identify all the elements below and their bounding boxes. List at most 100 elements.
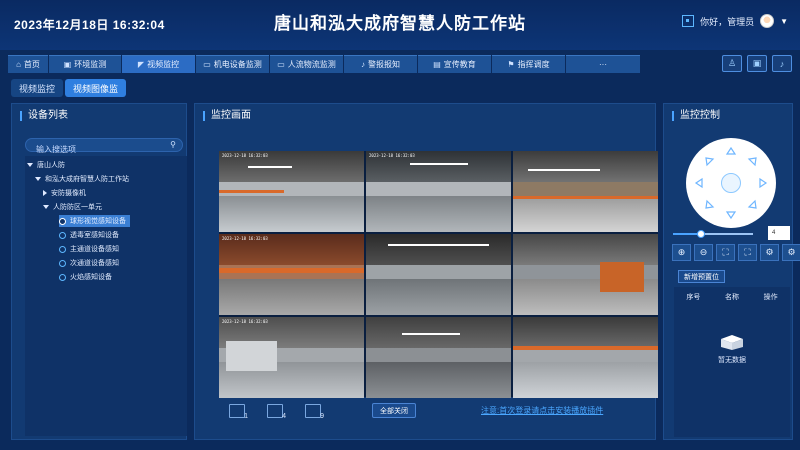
arrow-up-left-icon[interactable] <box>705 157 715 167</box>
nav-item-video[interactable]: ◤ 视频监控 <box>122 55 195 73</box>
arrow-down-icon[interactable] <box>725 211 737 220</box>
device-icon <box>59 245 66 253</box>
empty-state-text: 暂无数据 <box>718 357 746 364</box>
screen-icon: ▭ <box>203 60 211 69</box>
tree-node-zone-1[interactable]: 人防防区一单元 <box>43 201 102 213</box>
zoom-value-input[interactable]: 4 <box>768 226 790 240</box>
arrow-up-right-icon[interactable] <box>747 157 757 167</box>
bell-icon: ♪ <box>361 60 365 69</box>
tree-node-cameras[interactable]: 安防摄像机 <box>43 187 86 199</box>
arrow-left-icon[interactable] <box>694 177 703 189</box>
monitor-panel: 监控画面 2023-12-18 16:32:03 2023-12-18 16:3… <box>194 103 658 440</box>
expand-icon[interactable] <box>27 163 33 167</box>
focus-far-icon[interactable]: ⛶ <box>738 244 757 261</box>
nav-item-environment[interactable]: ▣ 环境监测 <box>49 55 121 73</box>
search-box: ⚲ <box>25 138 183 156</box>
flag-icon: ⚑ <box>507 60 515 69</box>
iris-open-icon[interactable]: ⚙ <box>760 244 779 261</box>
ptz-control-row: ⊕ ⊖ ⛶ ⛶ ⚙ ⚙ <box>672 244 800 261</box>
search-icon[interactable]: ⚲ <box>170 140 176 149</box>
layout-4-button[interactable]: 4 <box>267 404 286 420</box>
video-grid: 2023-12-18 16:32:03 2023-12-18 16:32:03 … <box>219 151 658 398</box>
user-area[interactable]: 你好，管理员 ▼ <box>682 14 788 28</box>
device-icon <box>59 231 66 239</box>
app-title: 唐山和泓大成府智慧人防工作站 <box>274 14 526 34</box>
nav-item-equipment[interactable]: ▭ 机电设备监测 <box>196 55 269 73</box>
nav-item-home[interactable]: ⌂ 首页 <box>8 55 48 73</box>
tab-video-image[interactable]: 视频图像监 <box>65 79 127 97</box>
table-header: 序号 名称 操作 <box>674 287 790 307</box>
nav-item-alarm[interactable]: ♪ 警报报知 <box>344 55 417 73</box>
arrow-down-right-icon[interactable] <box>747 199 757 209</box>
nav-item-more[interactable]: ··· <box>566 55 640 73</box>
layout-controls: 1 4 9 <box>229 404 324 420</box>
device-icon <box>59 273 66 281</box>
chevron-down-icon[interactable]: ▼ <box>780 17 788 26</box>
arrow-right-icon[interactable] <box>759 177 768 189</box>
column-header: 名称 <box>725 294 739 301</box>
screen-icon[interactable]: ▣ <box>747 55 767 72</box>
ptz-center-button[interactable] <box>721 173 741 193</box>
ptz-panel: 监控控制 4 ⊕ ⊖ ⛶ ⛶ ⚙ ⚙ 新增预置位 序号 名称 操作 暂无数据 <box>663 103 800 440</box>
add-preset-button[interactable]: 新增预置位 <box>678 270 725 283</box>
qr-code-icon[interactable] <box>682 15 695 27</box>
device-icon <box>59 217 66 225</box>
slider-handle[interactable] <box>697 230 705 238</box>
panel-title: 设备列表 <box>20 111 68 121</box>
nav-item-education[interactable]: ▤ 宣传教育 <box>418 55 491 73</box>
zoom-out-icon[interactable]: ⊖ <box>694 244 713 261</box>
camera-feed[interactable] <box>366 234 511 315</box>
greeting: 你好，管理员 <box>700 16 755 27</box>
layout-1-button[interactable]: 1 <box>229 404 248 420</box>
zoom-in-icon[interactable]: ⊕ <box>672 244 691 261</box>
search-input[interactable] <box>26 143 166 156</box>
expand-icon[interactable] <box>35 177 41 181</box>
column-header: 操作 <box>763 294 778 301</box>
tree-node-device[interactable]: 主通道设备感知 <box>59 243 119 255</box>
tree-node-device[interactable]: 透毒室感知设备 <box>59 229 119 241</box>
camera-feed[interactable]: 2023-12-18 16:32:03 <box>219 234 364 315</box>
tree-node-device[interactable]: 球形视觉感知设备 <box>59 215 130 227</box>
zoom-slider[interactable] <box>673 230 753 238</box>
tree-node-device[interactable]: 火焰感知设备 <box>59 271 112 283</box>
tab-video-monitor[interactable]: 视频监控 <box>11 79 64 97</box>
header: 2023年12月18日 16:32:04 唐山和泓大成府智慧人防工作站 你好，管… <box>0 0 800 50</box>
bell-icon[interactable]: ♪ <box>772 55 792 72</box>
device-tree: 唐山人防 和泓大成府智慧人防工作站 安防摄像机 人防防区一单元 球形视觉感知设备… <box>25 156 187 436</box>
book-icon: ▤ <box>433 60 441 69</box>
close-all-button[interactable]: 全部关闭 <box>372 403 416 418</box>
camera-feed[interactable] <box>366 317 511 398</box>
preset-table: 序号 名称 操作 暂无数据 <box>674 287 790 437</box>
camera-feed[interactable] <box>513 317 658 398</box>
iris-close-icon[interactable]: ⚙ <box>782 244 800 261</box>
tree-node-station[interactable]: 和泓大成府智慧人防工作站 <box>35 173 129 185</box>
arrow-down-left-icon[interactable] <box>705 199 715 209</box>
tree-node-device[interactable]: 次通道设备感知 <box>59 257 119 269</box>
nav-item-command[interactable]: ⚑ 指挥调度 <box>492 55 565 73</box>
layout-9-button[interactable]: 9 <box>305 404 324 420</box>
plugin-install-link[interactable]: 注意:首次登录请点击安装播放插件 <box>481 405 603 416</box>
camera-feed[interactable]: 2023-12-18 16:32:03 <box>219 317 364 398</box>
home-icon: ⌂ <box>16 60 21 69</box>
collapse-icon[interactable] <box>43 190 47 196</box>
panel-title: 监控画面 <box>203 111 251 121</box>
expand-icon[interactable] <box>43 205 49 209</box>
panel-title: 监控控制 <box>672 111 720 121</box>
camera-feed[interactable]: 2023-12-18 16:32:03 <box>366 151 511 232</box>
camera-feed[interactable] <box>513 234 658 315</box>
avatar[interactable] <box>760 14 775 28</box>
tree-node-tangshan[interactable]: 唐山人防 <box>27 159 65 171</box>
monitor-icon: ▣ <box>63 60 72 69</box>
camera-feed[interactable] <box>513 151 658 232</box>
zoom-slider-row: 4 <box>673 226 791 240</box>
camera-icon: ◤ <box>137 60 145 69</box>
arrow-up-icon[interactable] <box>725 146 737 155</box>
focus-near-icon[interactable]: ⛶ <box>716 244 735 261</box>
user-manage-icon[interactable]: ♙ <box>722 55 742 72</box>
device-list-panel: 设备列表 ⚲ 唐山人防 和泓大成府智慧人防工作站 安防摄像机 人防防区一单元 球… <box>11 103 187 440</box>
nav-item-flow[interactable]: ▭ 人流物流监测 <box>270 55 343 73</box>
camera-feed[interactable]: 2023-12-18 16:32:03 <box>219 151 364 232</box>
column-header: 序号 <box>686 294 701 301</box>
empty-box-icon <box>721 335 743 350</box>
main-nav: ⌂ 首页 ▣ 环境监测 ◤ 视频监控 ▭ 机电设备监测 ▭ 人流物流监测 ♪ 警报报知 ▤ 宣… <box>8 55 792 73</box>
